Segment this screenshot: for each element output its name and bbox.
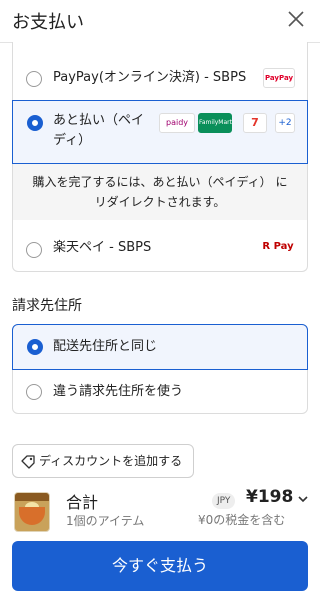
- redirect-line1: 購入を完了するには、あと払い（ペイディ） に: [32, 175, 288, 189]
- familymart-logo: FamilyMart: [198, 113, 232, 133]
- billing-option-different[interactable]: 違う請求先住所を使う: [13, 370, 307, 414]
- billing-section-title: 請求先住所: [12, 298, 82, 314]
- redirect-notice: 購入を完了するには、あと払い（ペイディ） に リダイレクトされます。: [13, 164, 307, 220]
- add-discount-label: ディスカウントを追加する: [39, 454, 183, 468]
- paypay-logo: PayPay: [263, 68, 295, 88]
- product-thumbnail: [14, 492, 50, 532]
- radio-paidy[interactable]: [27, 115, 43, 131]
- tag-icon: [21, 455, 35, 469]
- radio-same-address[interactable]: [27, 339, 43, 355]
- chevron-down-icon[interactable]: [298, 495, 308, 503]
- paidy-logo: paidy: [159, 113, 195, 133]
- payment-option-label: PayPay(オンライン決済) - SBPS: [53, 70, 247, 85]
- payment-option-rakuten[interactable]: 楽天ペイ - SBPS R Pay: [13, 230, 307, 270]
- item-count: 1個のアイテム: [66, 514, 145, 528]
- billing-option-same[interactable]: 配送先住所と同じ: [12, 324, 308, 370]
- payment-option-label: 楽天ペイ - SBPS: [53, 240, 152, 255]
- payment-option-paidy[interactable]: あと払い（ペイ ディ） paidy FamilyMart 7 +2: [12, 100, 308, 164]
- pay-now-button[interactable]: 今すぐ支払う: [12, 541, 308, 591]
- radio-paypay[interactable]: [26, 71, 42, 87]
- header: お支払い: [0, 0, 320, 43]
- redirect-line2: リダイレクトされます。: [94, 195, 226, 209]
- billing-address-card: 配送先住所と同じ 違う請求先住所を使う: [12, 324, 308, 414]
- add-discount-button[interactable]: ディスカウントを追加する: [12, 444, 194, 478]
- total-amount: ¥198: [246, 487, 294, 507]
- currency-badge: JPY: [212, 493, 236, 509]
- payment-option-label-line1: あと払い（ペイ: [53, 113, 145, 128]
- summary-title: 合計: [66, 493, 99, 512]
- radio-rakuten[interactable]: [26, 242, 42, 258]
- rakuten-pay-logo: R Pay: [261, 238, 295, 258]
- billing-option-label: 違う請求先住所を使う: [53, 384, 184, 399]
- close-icon[interactable]: [286, 9, 306, 29]
- tax-note: ¥0の税金を含む: [198, 513, 286, 527]
- more-logos-badge: +2: [275, 113, 295, 133]
- page-title: お支払い: [12, 12, 84, 33]
- payment-methods-card: PayPay(オンライン決済) - SBPS PayPay あと払い（ペイ ディ…: [12, 42, 308, 272]
- payment-option-paypay[interactable]: PayPay(オンライン決済) - SBPS PayPay: [13, 58, 307, 100]
- radio-different-address[interactable]: [26, 384, 42, 400]
- seven-eleven-logo: 7: [243, 113, 267, 133]
- order-summary[interactable]: 合計 1個のアイテム JPY ¥198 ¥0の税金を含む: [0, 486, 320, 536]
- payment-option-label-line2: ディ）: [53, 133, 92, 148]
- billing-option-label: 配送先住所と同じ: [53, 339, 158, 354]
